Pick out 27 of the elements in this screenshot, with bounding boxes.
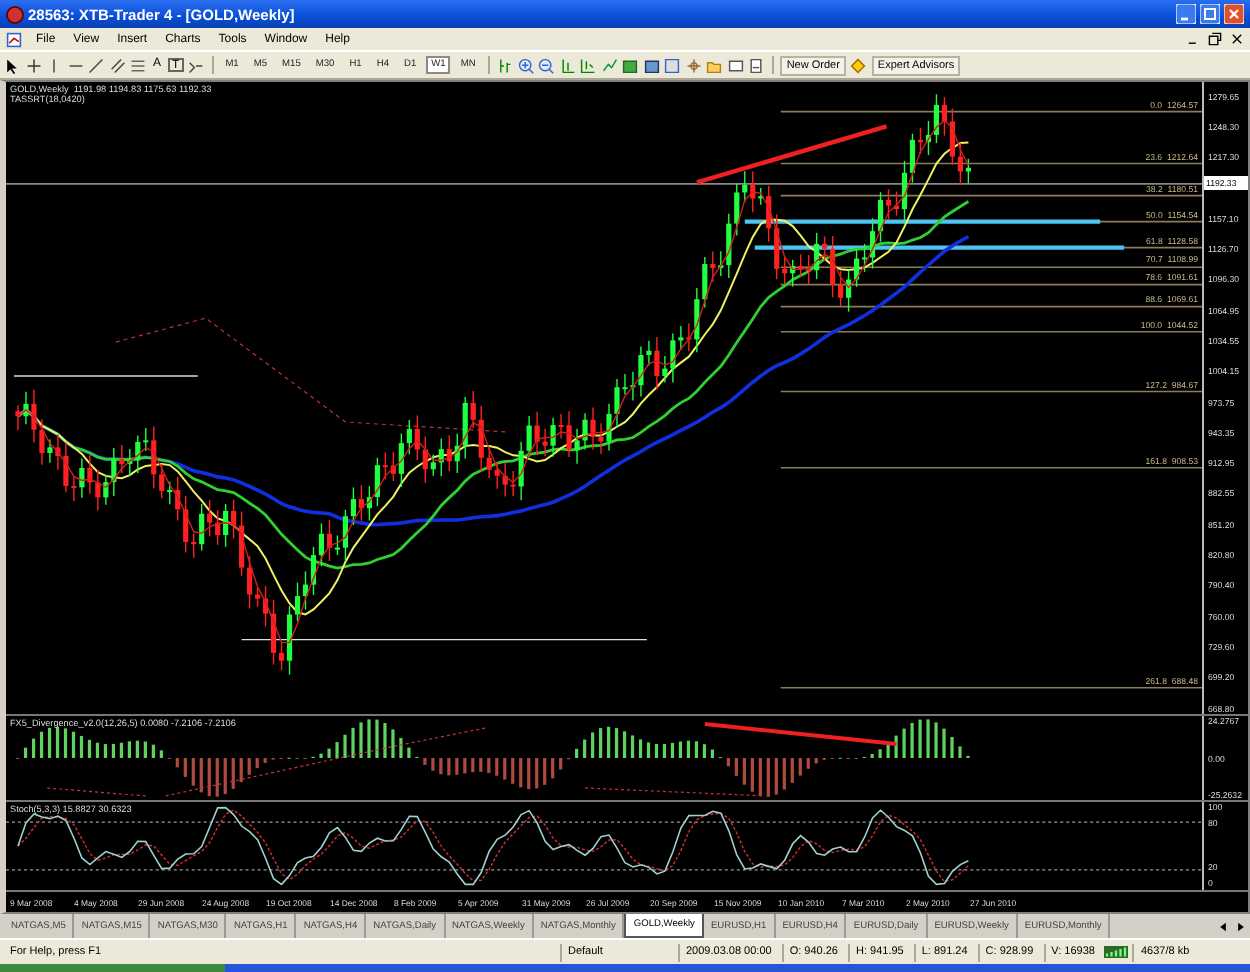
cursor-icon[interactable] (4, 57, 20, 73)
maximize-icon[interactable] (1200, 4, 1220, 24)
connection-bars-icon (1104, 946, 1129, 958)
market-watch-icon[interactable] (664, 57, 681, 73)
bar-chart-icon[interactable] (496, 57, 513, 73)
terminal-icon[interactable] (727, 57, 744, 73)
arrows-icon[interactable] (188, 57, 205, 73)
tester-icon[interactable] (748, 57, 765, 73)
diamond-icon[interactable] (850, 57, 867, 73)
new-chart-icon[interactable] (622, 57, 639, 73)
autoscroll-icon[interactable] (580, 57, 597, 73)
close-icon[interactable] (1230, 32, 1244, 46)
navigator-icon[interactable] (685, 57, 702, 73)
indicators-icon[interactable] (601, 57, 618, 73)
scroll-left-icon[interactable] (1216, 919, 1230, 933)
templates-icon[interactable] (643, 57, 660, 73)
horizontal-lines-icon[interactable] (130, 57, 146, 73)
parallel-lines-icon[interactable] (109, 57, 125, 73)
crosshair-icon[interactable] (25, 57, 41, 73)
app-icon (6, 5, 24, 23)
restore-icon[interactable] (1208, 32, 1222, 46)
chart-shift-icon[interactable] (559, 57, 576, 73)
chart-window-icon[interactable] (6, 31, 22, 47)
zoom-out-icon[interactable] (538, 57, 555, 73)
zoom-in-icon[interactable] (517, 57, 534, 73)
scroll-right-icon[interactable] (1234, 919, 1248, 933)
diagonal-line-icon[interactable] (88, 57, 104, 73)
